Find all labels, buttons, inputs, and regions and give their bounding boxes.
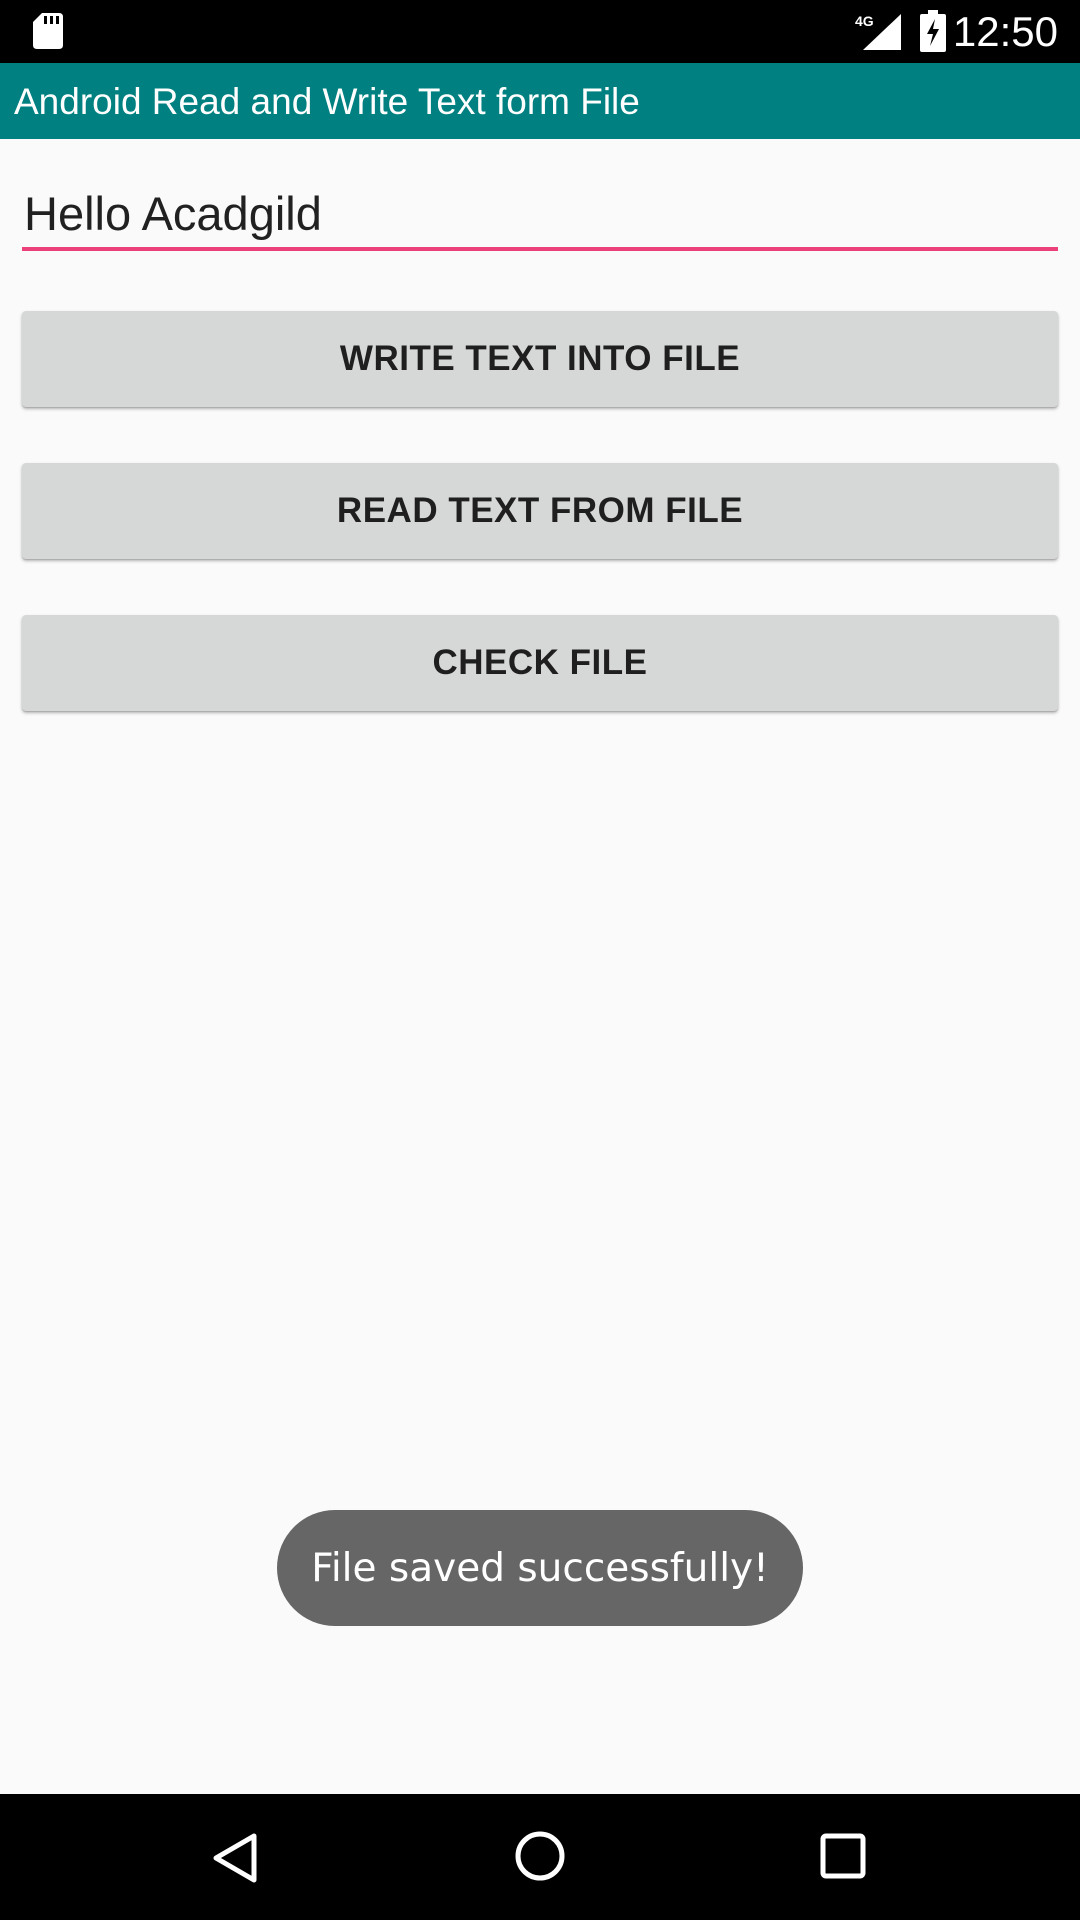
text-input[interactable] bbox=[22, 175, 1058, 251]
write-text-button[interactable]: WRITE TEXT INTO FILE bbox=[22, 311, 1058, 407]
status-bar: 4G 12:50 bbox=[0, 0, 1080, 63]
sd-card-icon bbox=[33, 13, 63, 49]
navigation-bar bbox=[0, 1794, 1080, 1920]
status-time: 12:50 bbox=[952, 8, 1058, 55]
battery-charging-icon bbox=[920, 10, 946, 52]
signal-icon: 4G bbox=[855, 13, 901, 50]
read-text-button[interactable]: READ TEXT FROM FILE bbox=[22, 463, 1058, 559]
app-bar: Android Read and Write Text form File bbox=[0, 63, 1080, 139]
back-icon[interactable] bbox=[210, 1832, 260, 1884]
home-icon[interactable] bbox=[513, 1829, 567, 1883]
text-input-underline bbox=[22, 247, 1058, 251]
check-file-button[interactable]: CHECK FILE bbox=[22, 615, 1058, 711]
screen: 4G 12:50 Android Read and Write Text for… bbox=[0, 0, 1080, 1920]
text-input-container bbox=[22, 175, 1058, 255]
toast-message: File saved successfully! bbox=[277, 1510, 803, 1626]
recents-icon[interactable] bbox=[818, 1831, 868, 1881]
network-type-label: 4G bbox=[855, 13, 874, 29]
app-title: Android Read and Write Text form File bbox=[14, 81, 640, 122]
